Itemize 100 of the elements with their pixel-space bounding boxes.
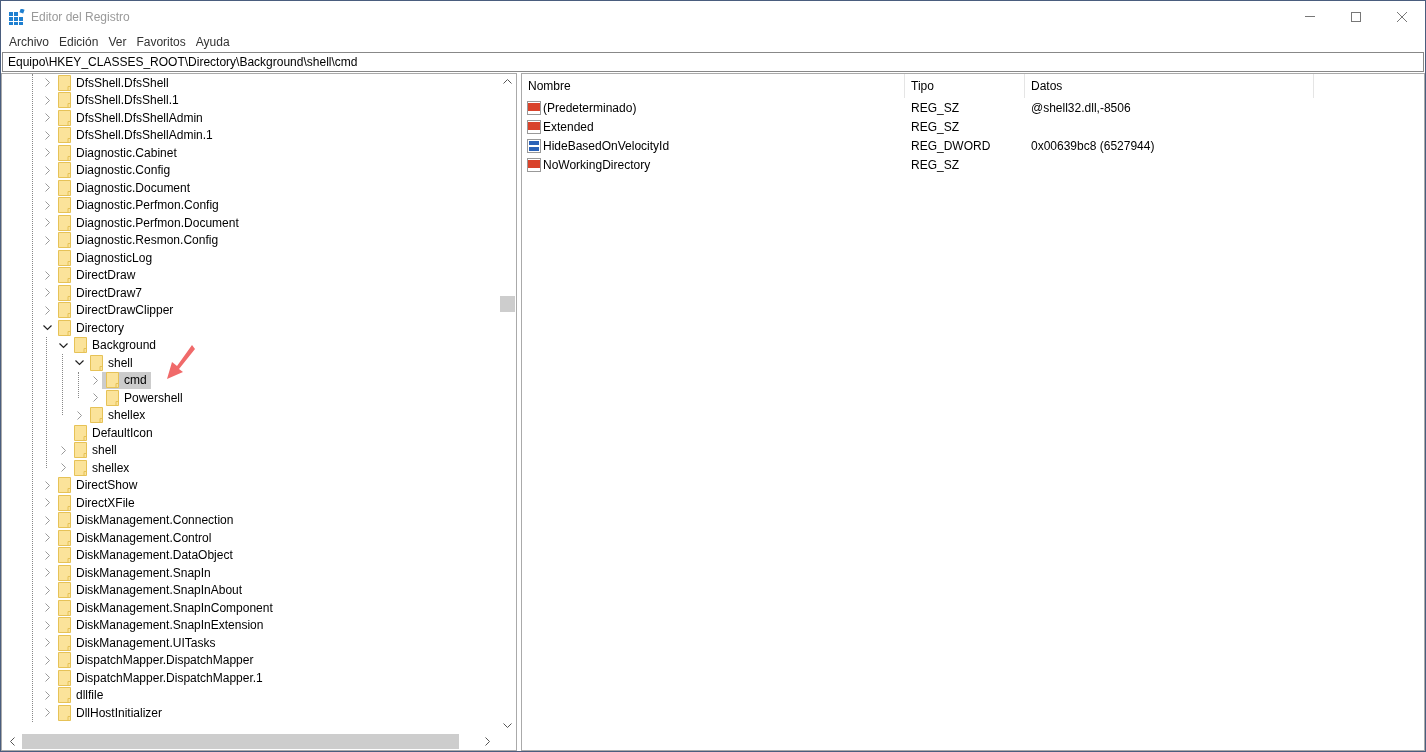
folder-icon	[58, 109, 71, 126]
tree-item[interactable]: Diagnostic.Perfmon.Document	[54, 214, 243, 232]
tree-item[interactable]: DfsShell.DfsShell.1	[54, 91, 183, 109]
expand-chevron-icon[interactable]	[42, 113, 52, 123]
expand-chevron-icon[interactable]	[90, 393, 100, 403]
expand-chevron-icon[interactable]	[42, 498, 52, 508]
folder-icon	[106, 389, 119, 406]
expand-chevron-icon[interactable]	[42, 585, 52, 595]
tree-item[interactable]: DiskManagement.DataObject	[54, 546, 237, 564]
tree-item[interactable]: shell	[86, 354, 137, 372]
tree-item[interactable]: DiskManagement.Control	[54, 529, 216, 547]
tree-item[interactable]: Diagnostic.Config	[54, 161, 175, 179]
menu-item[interactable]: Edición	[54, 32, 104, 51]
tree-item[interactable]: DirectDraw7	[54, 284, 146, 302]
menu-item[interactable]: Favoritos	[131, 32, 191, 51]
expand-chevron-icon[interactable]	[42, 305, 52, 315]
expand-chevron-icon[interactable]	[42, 655, 52, 665]
expand-chevron-icon[interactable]	[42, 148, 52, 158]
expand-chevron-icon[interactable]	[42, 620, 52, 630]
tree-item[interactable]: Powershell	[102, 389, 187, 407]
menu-item[interactable]: Ver	[103, 32, 132, 51]
expand-chevron-icon[interactable]	[42, 288, 52, 298]
close-icon	[1397, 11, 1407, 22]
expand-chevron-icon[interactable]	[42, 550, 52, 560]
expand-chevron-icon[interactable]	[42, 690, 52, 700]
tree-item[interactable]: DiskManagement.SnapInExtension	[54, 616, 268, 634]
value-name[interactable]: Extended	[543, 117, 594, 136]
tree-item[interactable]: Diagnostic.Document	[54, 179, 195, 197]
tree-item[interactable]: Diagnostic.Resmon.Config	[54, 231, 223, 249]
value-name[interactable]: (Predeterminado)	[543, 98, 637, 117]
collapse-chevron-icon[interactable]	[58, 340, 68, 350]
expand-chevron-icon[interactable]	[42, 165, 52, 175]
expand-chevron-icon[interactable]	[42, 95, 52, 105]
expand-chevron-icon[interactable]	[42, 270, 52, 280]
collapse-chevron-icon[interactable]	[74, 358, 84, 368]
expand-chevron-icon[interactable]	[74, 410, 84, 420]
value-name[interactable]: NoWorkingDirectory	[543, 155, 651, 174]
tree-item[interactable]: DiskManagement.SnapInAbout	[54, 581, 247, 599]
expand-chevron-icon[interactable]	[42, 515, 52, 525]
folder-icon	[90, 407, 103, 424]
tree-item[interactable]: DiagnosticLog	[54, 249, 157, 267]
tree-item[interactable]: shell	[70, 441, 121, 459]
expand-chevron-icon[interactable]	[42, 603, 52, 613]
tree-item[interactable]: shellex	[70, 459, 134, 477]
tree-item[interactable]: DiskManagement.SnapIn	[54, 564, 215, 582]
tree-item[interactable]: Diagnostic.Perfmon.Config	[54, 196, 223, 214]
collapse-chevron-icon[interactable]	[42, 323, 52, 333]
folder-icon	[58, 617, 71, 634]
expand-chevron-icon[interactable]	[58, 463, 68, 473]
column-header[interactable]: Nombre	[522, 74, 905, 98]
expand-chevron-icon[interactable]	[42, 533, 52, 543]
tree-item[interactable]: Background	[70, 336, 161, 354]
expand-chevron-icon[interactable]	[90, 375, 100, 385]
scrollbar-thumb[interactable]	[22, 734, 459, 749]
expand-chevron-icon[interactable]	[58, 445, 68, 455]
tree-item[interactable]: DiskManagement.Connection	[54, 511, 238, 529]
tree-item[interactable]: DirectXFile	[54, 494, 139, 512]
tree-item[interactable]: DiskManagement.SnapInComponent	[54, 599, 277, 617]
expand-chevron-icon[interactable]	[42, 568, 52, 578]
tree-item[interactable]: DefaultIcon	[70, 424, 157, 442]
tree-item[interactable]: Diagnostic.Cabinet	[54, 144, 181, 162]
tree-item[interactable]: dllfile	[54, 686, 108, 704]
expand-chevron-icon[interactable]	[42, 130, 52, 140]
expand-chevron-icon[interactable]	[42, 235, 52, 245]
expand-chevron-icon[interactable]	[42, 183, 52, 193]
tree-item[interactable]: Directory	[54, 319, 128, 337]
tree-item[interactable]: cmd	[102, 371, 151, 389]
scrollbar-thumb[interactable]	[500, 295, 515, 312]
column-header[interactable]: Tipo	[905, 74, 1025, 98]
folder-icon	[58, 652, 71, 669]
tree-item[interactable]: DllHostInitializer	[54, 704, 167, 722]
tree-item[interactable]: DispatchMapper.DispatchMapper	[54, 651, 258, 669]
tree-item[interactable]: DfsShell.DfsShell	[54, 74, 173, 92]
folder-icon	[58, 179, 71, 196]
tree-item[interactable]: DfsShell.DfsShellAdmin	[54, 109, 207, 127]
tree-item[interactable]: shellex	[86, 406, 150, 424]
folder-icon	[58, 634, 71, 651]
menu-item[interactable]: Archivo	[4, 32, 54, 51]
tree-item[interactable]: DirectShow	[54, 476, 142, 494]
expand-chevron-icon[interactable]	[42, 673, 52, 683]
tree-item[interactable]: DfsShell.DfsShellAdmin.1	[54, 126, 217, 144]
tree-item[interactable]: DirectDrawClipper	[54, 301, 178, 319]
expand-chevron-icon[interactable]	[42, 200, 52, 210]
expand-chevron-icon[interactable]	[42, 480, 52, 490]
folder-icon	[58, 302, 71, 319]
column-header[interactable]: Datos	[1025, 74, 1314, 98]
expand-chevron-icon[interactable]	[42, 218, 52, 228]
folder-icon	[58, 547, 71, 564]
tree-item[interactable]: DispatchMapper.DispatchMapper.1	[54, 669, 267, 687]
value-name[interactable]: HideBasedOnVelocityId	[543, 136, 670, 155]
tree-item[interactable]: DirectDraw	[54, 266, 140, 284]
menu-item[interactable]: Ayuda	[190, 32, 235, 51]
expand-chevron-icon[interactable]	[42, 638, 52, 648]
address-field[interactable]: Equipo\HKEY_CLASSES_ROOT\Directory\Background\shell\cmd	[2, 52, 1424, 72]
tree-item[interactable]: DiskManagement.UITasks	[54, 634, 220, 652]
expand-chevron-icon[interactable]	[42, 708, 52, 718]
value-type: REG_SZ	[911, 157, 959, 172]
folder-icon	[58, 284, 71, 301]
folder-icon	[58, 704, 71, 721]
expand-chevron-icon[interactable]	[42, 78, 52, 88]
